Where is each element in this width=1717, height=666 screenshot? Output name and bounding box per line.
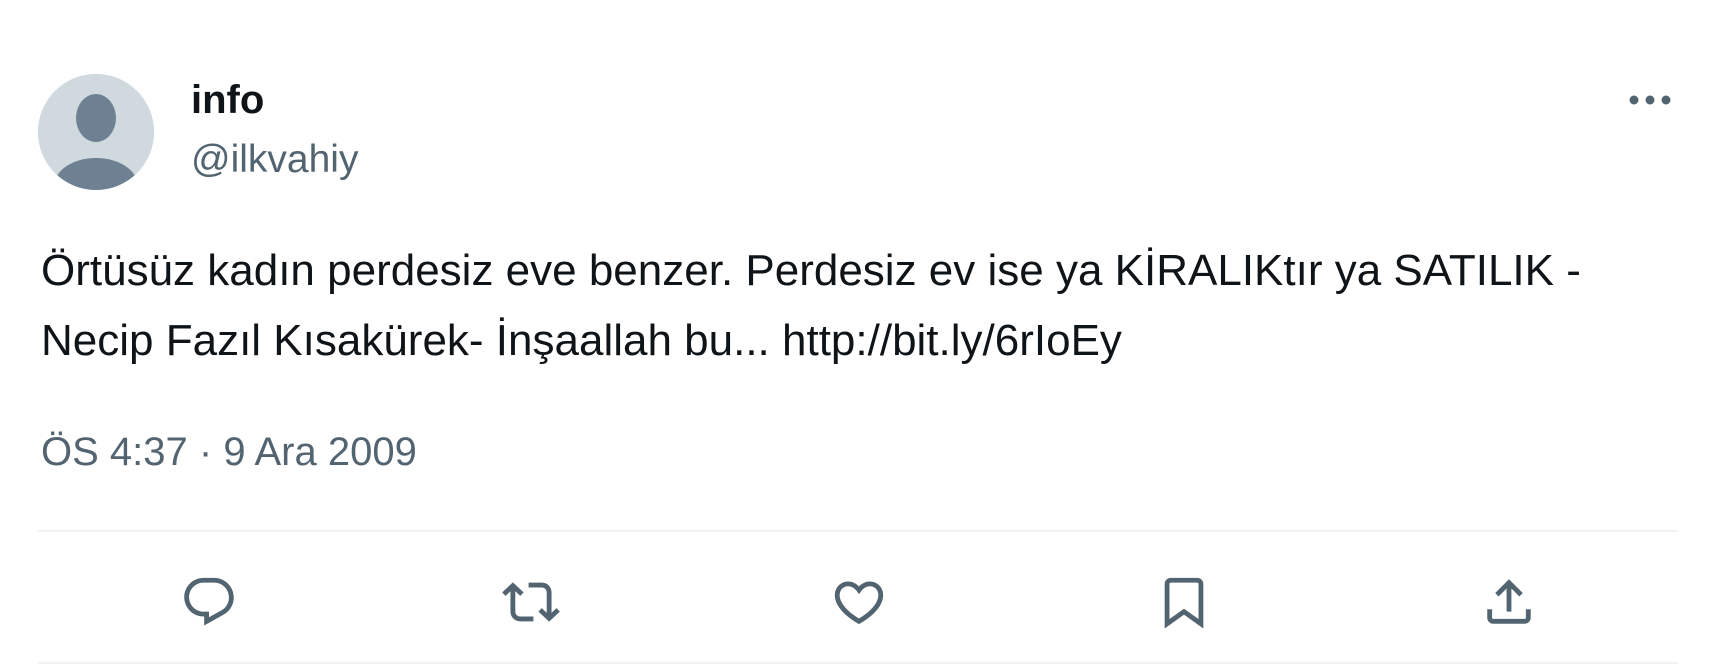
bottom-divider xyxy=(38,662,1678,664)
meta-separator: · xyxy=(187,430,224,474)
bookmark-button[interactable] xyxy=(1152,570,1216,634)
bookmark-icon xyxy=(1164,577,1204,629)
tweet-card: info @ilkvahiy Örtüsüz kadın perdesiz ev… xyxy=(0,0,1717,666)
avatar[interactable] xyxy=(38,74,154,190)
action-bar xyxy=(0,570,1717,634)
tweet-timestamp[interactable]: ÖS 4:37 · 9 Ara 2009 xyxy=(41,422,417,482)
reply-icon xyxy=(184,577,234,626)
heart-icon xyxy=(834,581,884,625)
tweet-time: ÖS 4:37 xyxy=(41,430,188,474)
tweet-text: Örtüsüz kadın perdesiz eve benzer. Perde… xyxy=(41,236,1681,376)
retweet-button[interactable] xyxy=(499,570,563,634)
more-horizontal-icon xyxy=(1629,95,1671,105)
reply-button[interactable] xyxy=(177,570,241,634)
like-button[interactable] xyxy=(827,570,891,634)
divider xyxy=(38,530,1678,532)
share-icon xyxy=(1487,579,1531,624)
author-handle[interactable]: @ilkvahiy xyxy=(191,132,358,188)
author-name[interactable]: info xyxy=(191,72,264,128)
retweet-icon xyxy=(502,582,560,622)
default-profile-icon xyxy=(38,74,154,190)
more-options-button[interactable] xyxy=(1626,82,1674,118)
tweet-link[interactable]: http://bit.ly/6rIoEy xyxy=(782,316,1122,365)
tweet-date: 9 Ara 2009 xyxy=(223,430,417,474)
share-button[interactable] xyxy=(1477,570,1541,634)
